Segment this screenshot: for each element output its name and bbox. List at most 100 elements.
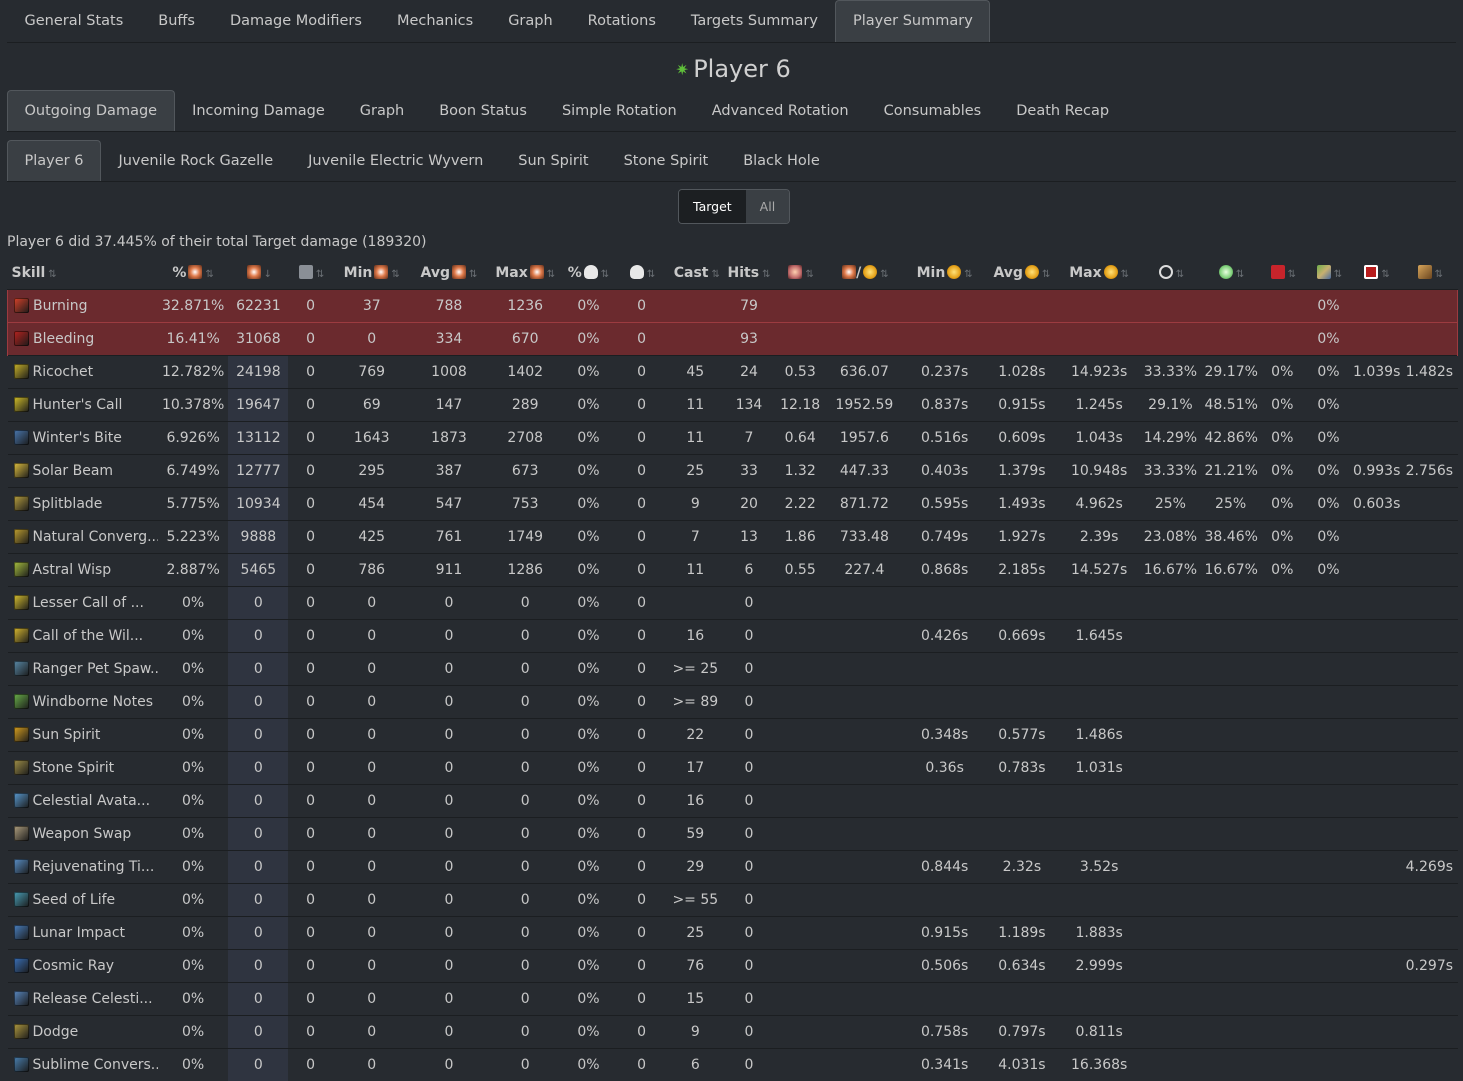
cell-2: 0 xyxy=(228,1049,288,1081)
col-header-12[interactable]: /⇅ xyxy=(823,256,905,290)
col-header-18[interactable]: ⇅ xyxy=(1259,256,1306,290)
tab-damage-modifiers[interactable]: Damage Modifiers xyxy=(212,0,379,42)
sort-arrows-icon[interactable]: ⇅ xyxy=(1334,269,1342,280)
tab-mechanics[interactable]: Mechanics xyxy=(379,0,490,42)
sort-arrows-icon[interactable]: ↓ xyxy=(264,269,272,280)
col-header-0[interactable]: Skill⇅ xyxy=(8,256,159,290)
sort-arrows-icon[interactable]: ⇅ xyxy=(1381,269,1389,280)
subtab-simple-rotation[interactable]: Simple Rotation xyxy=(544,90,694,131)
skill-icon xyxy=(14,595,29,610)
sort-arrows-icon[interactable]: ⇅ xyxy=(1042,269,1050,280)
target-tab-sun-spirit[interactable]: Sun Spirit xyxy=(501,140,606,181)
cell-10: 0 xyxy=(721,653,777,686)
tab-targets-summary[interactable]: Targets Summary xyxy=(673,0,835,42)
cell-5: 0 xyxy=(411,1016,487,1049)
cell-12: 1952.59 xyxy=(823,389,905,422)
sort-arrows-icon[interactable]: ⇅ xyxy=(547,269,555,280)
sort-arrows-icon[interactable]: ⇅ xyxy=(316,269,324,280)
subtab-incoming-damage[interactable]: Incoming Damage xyxy=(175,90,343,131)
subtab-advanced-rotation[interactable]: Advanced Rotation xyxy=(694,90,866,131)
sort-arrows-icon[interactable]: ⇅ xyxy=(469,269,477,280)
cell-13: 0.844s xyxy=(906,851,984,884)
tab-player-summary[interactable]: Player Summary xyxy=(835,0,990,42)
subtab-consumables[interactable]: Consumables xyxy=(866,90,999,131)
damage-icon xyxy=(452,265,466,279)
main-tabs: General StatsBuffsDamage ModifiersMechan… xyxy=(7,0,1456,43)
sort-arrows-icon[interactable]: ⇅ xyxy=(711,269,719,280)
col-header-20[interactable]: ⇅ xyxy=(1351,256,1401,290)
cell-3: 0 xyxy=(288,851,332,884)
target-tab-black-hole[interactable]: Black Hole xyxy=(726,140,838,181)
col-header-19[interactable]: ⇅ xyxy=(1306,256,1351,290)
cell-1: 0% xyxy=(158,950,228,983)
col-header-3[interactable]: ⇅ xyxy=(288,256,332,290)
col-header-7[interactable]: %⇅ xyxy=(563,256,613,290)
cell-21 xyxy=(1401,1049,1457,1081)
cell-2: 0 xyxy=(228,1016,288,1049)
sort-arrows-icon[interactable]: ⇅ xyxy=(762,269,770,280)
all-toggle-button[interactable]: All xyxy=(746,190,790,223)
col-header-1[interactable]: %⇅ xyxy=(158,256,228,290)
cell-20 xyxy=(1351,521,1401,554)
cell-16 xyxy=(1138,719,1202,752)
tab-graph[interactable]: Graph xyxy=(491,0,570,42)
cell-8: 0 xyxy=(614,950,670,983)
sort-arrows-icon[interactable]: ⇅ xyxy=(391,269,399,280)
subtab-graph[interactable]: Graph xyxy=(342,90,421,131)
damage-icon xyxy=(530,265,544,279)
col-header-2[interactable]: ↓ xyxy=(228,256,288,290)
cell-21: 2.756s xyxy=(1401,455,1457,488)
cell-5: 0 xyxy=(411,587,487,620)
skill-cell: Hunter's Call xyxy=(8,389,159,422)
col-header-9[interactable]: Cast⇅ xyxy=(670,256,721,290)
col-header-6[interactable]: Max⇅ xyxy=(487,256,563,290)
sort-arrows-icon[interactable]: ⇅ xyxy=(1176,269,1184,280)
cell-6: 0 xyxy=(487,620,563,653)
col-header-13[interactable]: Min⇅ xyxy=(906,256,984,290)
skill-icon xyxy=(14,298,29,313)
cell-2: 0 xyxy=(228,818,288,851)
tab-rotations[interactable]: Rotations xyxy=(570,0,673,42)
sort-arrows-icon[interactable]: ⇅ xyxy=(964,269,972,280)
subtab-death-recap[interactable]: Death Recap xyxy=(999,90,1127,131)
target-tab-player-6[interactable]: Player 6 xyxy=(7,140,101,181)
sort-arrows-icon[interactable]: ⇅ xyxy=(805,269,813,280)
col-header-21[interactable]: ⇅ xyxy=(1401,256,1457,290)
subtab-outgoing-damage[interactable]: Outgoing Damage xyxy=(7,90,175,131)
col-header-17[interactable]: ⇅ xyxy=(1203,256,1259,290)
sort-arrows-icon[interactable]: ⇅ xyxy=(601,269,609,280)
col-header-11[interactable]: ⇅ xyxy=(777,256,823,290)
col-header-14[interactable]: Avg⇅ xyxy=(984,256,1060,290)
col-header-4[interactable]: Min⇅ xyxy=(333,256,411,290)
sort-arrows-icon[interactable]: ⇅ xyxy=(1121,269,1129,280)
tab-buffs[interactable]: Buffs xyxy=(141,0,213,42)
target-toggle-button[interactable]: Target xyxy=(679,190,746,223)
cell-20 xyxy=(1351,290,1401,323)
cell-2: 62231 xyxy=(228,290,288,323)
target-tab-stone-spirit[interactable]: Stone Spirit xyxy=(606,140,726,181)
sort-arrows-icon[interactable]: ⇅ xyxy=(205,269,213,280)
col-header-5[interactable]: Avg⇅ xyxy=(411,256,487,290)
sort-arrows-icon[interactable]: ⇅ xyxy=(1288,269,1296,280)
sort-arrows-icon[interactable]: ⇅ xyxy=(1435,269,1443,280)
col-header-label: Hits xyxy=(728,265,760,281)
target-tab-juvenile-electric-wyvern[interactable]: Juvenile Electric Wyvern xyxy=(291,140,501,181)
cell-20 xyxy=(1351,983,1401,1016)
cell-15: 1.883s xyxy=(1060,917,1138,950)
target-tab-juvenile-rock-gazelle[interactable]: Juvenile Rock Gazelle xyxy=(101,140,291,181)
col-header-15[interactable]: Max⇅ xyxy=(1060,256,1138,290)
col-header-16[interactable]: ⇅ xyxy=(1138,256,1202,290)
cell-2: 19647 xyxy=(228,389,288,422)
sort-arrows-icon[interactable]: ⇅ xyxy=(1236,269,1244,280)
sort-arrows-icon[interactable]: ⇅ xyxy=(48,269,56,280)
subtab-boon-status[interactable]: Boon Status xyxy=(422,90,545,131)
cell-9: 9 xyxy=(670,488,721,521)
sort-arrows-icon[interactable]: ⇅ xyxy=(880,269,888,280)
sort-arrows-icon[interactable]: ⇅ xyxy=(647,269,655,280)
cell-12 xyxy=(823,653,905,686)
col-header-8[interactable]: ⇅ xyxy=(614,256,670,290)
tab-general-stats[interactable]: General Stats xyxy=(7,0,141,42)
cell-10: 93 xyxy=(721,323,777,356)
cell-16 xyxy=(1138,851,1202,884)
col-header-10[interactable]: Hits⇅ xyxy=(721,256,777,290)
